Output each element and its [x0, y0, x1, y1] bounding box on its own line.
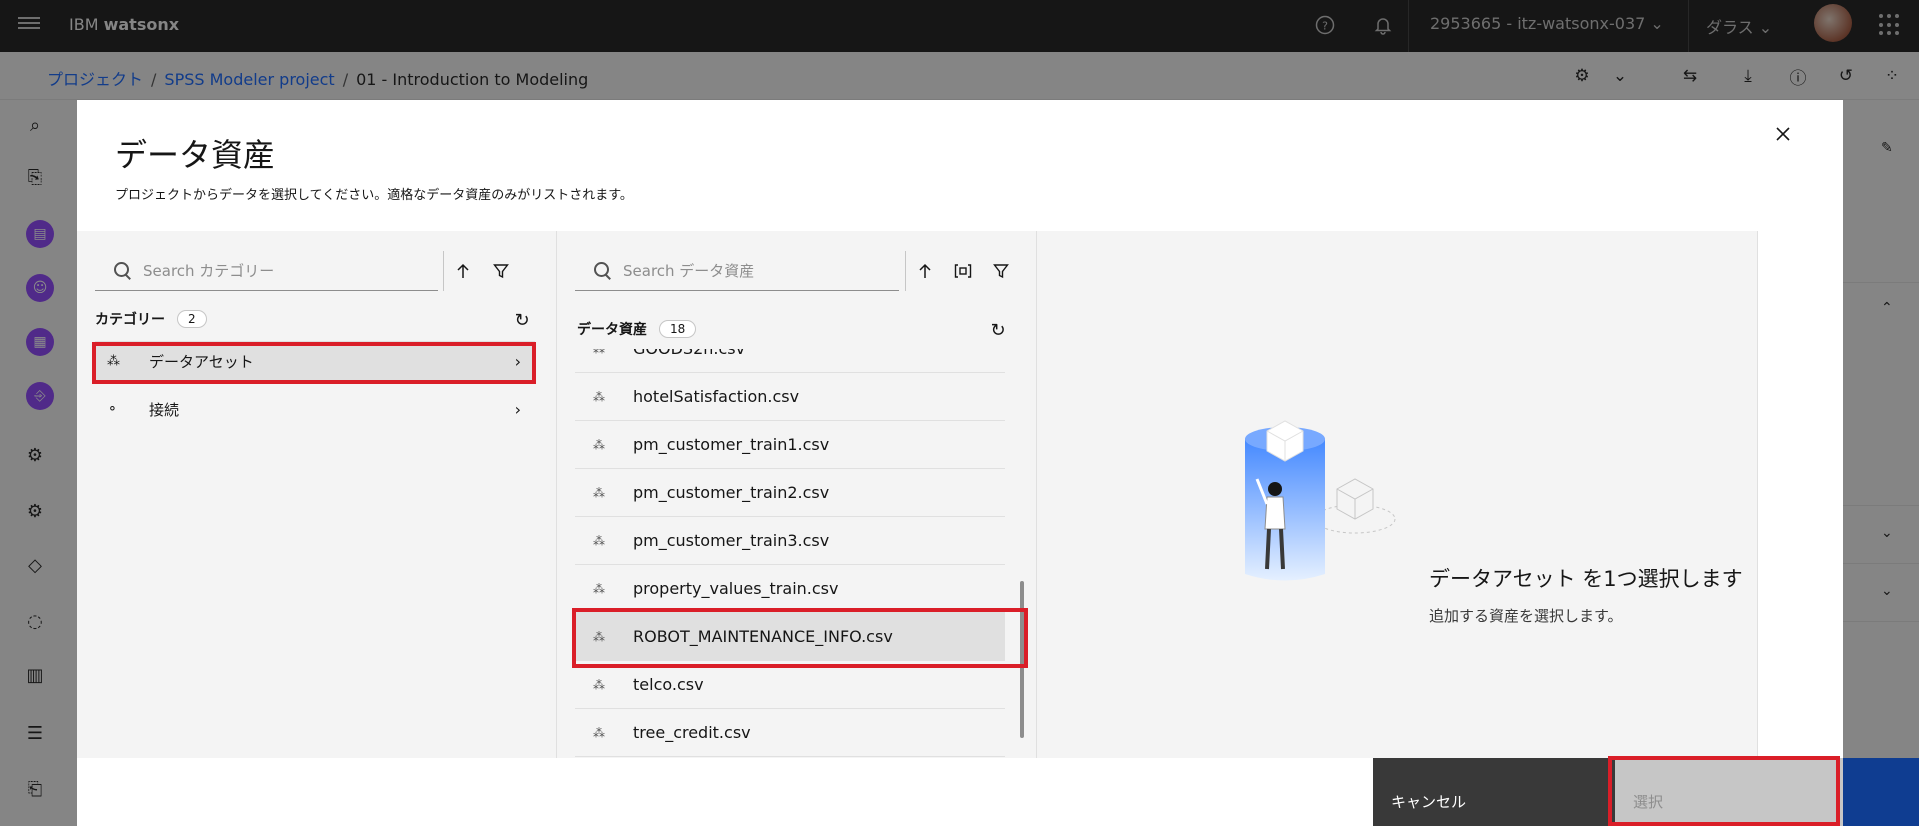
data-asset-icon: ⁂: [593, 485, 605, 500]
category-search: [95, 251, 438, 291]
list-item[interactable]: ⁂ telco.csv: [575, 661, 1005, 709]
cancel-button[interactable]: キャンセル: [1373, 758, 1615, 826]
data-asset-icon: ⁂: [593, 389, 605, 404]
highlight-category-data-asset: [92, 342, 536, 384]
sort-ascending-icon[interactable]: [906, 251, 944, 291]
data-asset-icon: ⁂: [593, 349, 613, 356]
search-icon: [593, 261, 613, 281]
list-item[interactable]: ⁂GOODS2n.csv: [575, 349, 1005, 373]
close-icon[interactable]: [1763, 114, 1803, 154]
chevron-right-icon: ›: [514, 399, 521, 419]
highlight-robot-maintenance: [572, 608, 1028, 668]
list-item[interactable]: ⁂ tree_credit.csv: [575, 709, 1005, 757]
category-search-input[interactable]: [143, 261, 383, 280]
modal-title: データ資産: [115, 136, 276, 174]
filter-icon[interactable]: [982, 251, 1020, 291]
list-item[interactable]: ⁂ pm_customer_train1.csv: [575, 421, 1005, 469]
sort-ascending-icon[interactable]: [444, 251, 482, 291]
data-asset-icon: ⁂: [593, 677, 605, 692]
select-all-icon[interactable]: [944, 251, 982, 291]
background-primary-button: [1843, 758, 1919, 826]
data-asset-modal: データ資産 プロジェクトからデータを選択してください。適格なデータ資産のみがリス…: [77, 100, 1843, 826]
connection-icon: ⚬: [107, 401, 118, 417]
preview-column: データアセット を1つ選択します 追加する資産を選択します。: [1037, 231, 1757, 758]
data-asset-icon: ⁂: [593, 581, 605, 596]
category-column: カテゴリー 2 ↻ ⁂ データアセット › ⚬ 接続 ›: [77, 231, 557, 758]
modal-subtitle: プロジェクトからデータを選択してください。適格なデータ資産のみがリストされます。: [115, 188, 633, 203]
data-asset-icon: ⁂: [593, 437, 605, 452]
category-count-badge: 2: [177, 310, 207, 328]
category-item-connection[interactable]: ⚬ 接続 ›: [95, 389, 535, 429]
list-item[interactable]: ⁂ property_values_train.csv: [575, 565, 1005, 613]
list-item[interactable]: ⁂ pm_customer_train2.csv: [575, 469, 1005, 517]
asset-count-badge: 18: [659, 320, 697, 338]
empty-state-title: データアセット を1つ選択します: [1429, 567, 1743, 591]
list-item[interactable]: ⁂ pm_customer_train3.csv: [575, 517, 1005, 565]
asset-search-input[interactable]: [623, 261, 863, 280]
asset-column: データ資産 18 ↻ ⁂GOODS2n.csv ⁂hotelSatisfacti…: [557, 231, 1037, 758]
empty-state-illustration: [1245, 420, 1396, 581]
category-heading: カテゴリー 2: [95, 309, 207, 329]
filter-icon[interactable]: [482, 251, 520, 291]
empty-state-subtitle: 追加する資産を選択します。: [1429, 607, 1623, 625]
data-asset-icon: ⁂: [593, 725, 605, 740]
modal-footer: キャンセル 選択: [77, 758, 1843, 826]
modal-body-gutter: [1757, 231, 1843, 758]
asset-list: ⁂GOODS2n.csv ⁂hotelSatisfaction.csv ⁂pm_…: [575, 349, 1017, 758]
search-icon: [113, 261, 133, 281]
refresh-icon[interactable]: ↻: [987, 319, 1009, 341]
refresh-icon[interactable]: ↻: [511, 309, 533, 331]
modal-body: カテゴリー 2 ↻ ⁂ データアセット › ⚬ 接続 ›: [77, 231, 1757, 758]
asset-heading: データ資産 18: [577, 319, 697, 339]
asset-search: [575, 251, 899, 291]
list-item[interactable]: ⁂ hotelSatisfaction.csv: [575, 373, 1005, 421]
data-asset-icon: ⁂: [593, 533, 605, 548]
highlight-select-button: [1608, 756, 1840, 826]
